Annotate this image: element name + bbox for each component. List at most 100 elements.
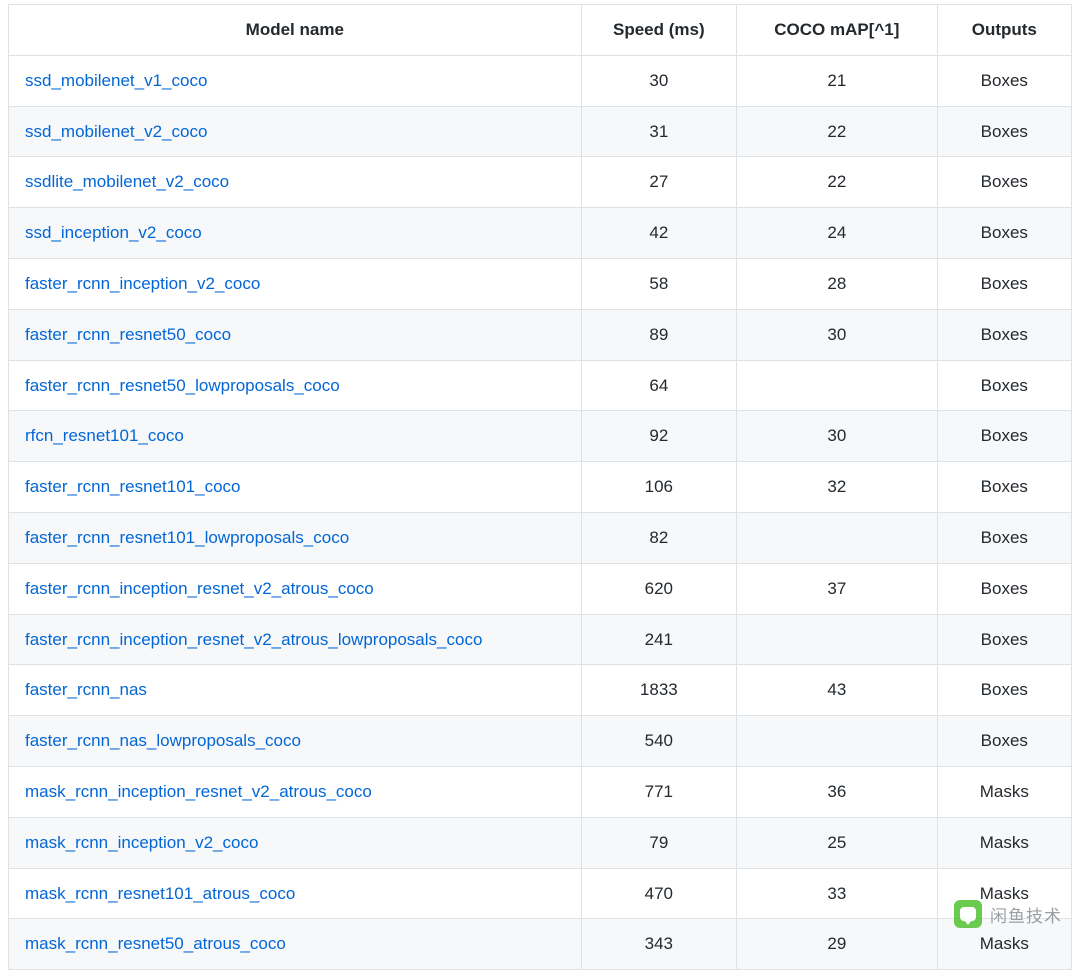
cell-map: 37	[737, 563, 938, 614]
model-link[interactable]: mask_rcnn_resnet101_atrous_coco	[25, 884, 295, 903]
cell-map	[737, 614, 938, 665]
table-row: faster_rcnn_nas_lowproposals_coco 540 Boxe…	[9, 716, 1072, 767]
cell-map: 43	[737, 665, 938, 716]
table-row: mask_rcnn_inception_v2_coco7925Masks	[9, 817, 1072, 868]
model-link[interactable]: ssd_mobilenet_v2_coco	[25, 122, 207, 141]
cell-speed: 771	[581, 766, 736, 817]
model-link[interactable]: faster_rcnn_resnet50_lowproposals_coco	[25, 376, 340, 395]
cell-speed: 30	[581, 55, 736, 106]
cell-model-name: faster_rcnn_nas_lowproposals_coco	[9, 716, 582, 767]
cell-map: 30	[737, 309, 938, 360]
cell-speed: 27	[581, 157, 736, 208]
header-map: COCO mAP[^1]	[737, 5, 938, 56]
model-link[interactable]: ssd_inception_v2_coco	[25, 223, 202, 242]
cell-speed: 241	[581, 614, 736, 665]
model-link[interactable]: faster_rcnn_nas	[25, 680, 147, 699]
model-link[interactable]: ssdlite_mobilenet_v2_coco	[25, 172, 229, 191]
cell-model-name: mask_rcnn_resnet50_atrous_coco	[9, 919, 582, 970]
cell-outputs: Masks	[937, 817, 1071, 868]
model-link[interactable]: rfcn_resnet101_coco	[25, 426, 184, 445]
cell-speed: 343	[581, 919, 736, 970]
table-row: faster_rcnn_inception_resnet_v2_atrous_c…	[9, 563, 1072, 614]
cell-outputs: Boxes	[937, 563, 1071, 614]
table-row: mask_rcnn_resnet50_atrous_coco 34329Masks	[9, 919, 1072, 970]
table-row: rfcn_resnet101_coco 9230Boxes	[9, 411, 1072, 462]
cell-map: 32	[737, 462, 938, 513]
cell-outputs: Boxes	[937, 716, 1071, 767]
model-link[interactable]: faster_rcnn_nas_lowproposals_coco	[25, 731, 301, 750]
cell-model-name: faster_rcnn_inception_v2_coco	[9, 258, 582, 309]
cell-map	[737, 512, 938, 563]
cell-speed: 82	[581, 512, 736, 563]
table-header-row: Model name Speed (ms) COCO mAP[^1] Outpu…	[9, 5, 1072, 56]
header-model-name: Model name	[9, 5, 582, 56]
cell-outputs: Masks	[937, 766, 1071, 817]
cell-speed: 470	[581, 868, 736, 919]
cell-outputs: Boxes	[937, 55, 1071, 106]
model-link[interactable]: faster_rcnn_inception_v2_coco	[25, 274, 260, 293]
model-link[interactable]: faster_rcnn_resnet50_coco	[25, 325, 231, 344]
model-link[interactable]: faster_rcnn_inception_resnet_v2_atrous_c…	[25, 579, 374, 598]
cell-model-name: ssd_mobilenet_v1_coco	[9, 55, 582, 106]
cell-outputs: Boxes	[937, 309, 1071, 360]
cell-outputs: Masks	[937, 919, 1071, 970]
cell-speed: 1833	[581, 665, 736, 716]
cell-speed: 106	[581, 462, 736, 513]
model-table: Model name Speed (ms) COCO mAP[^1] Outpu…	[8, 4, 1072, 970]
cell-model-name: faster_rcnn_inception_resnet_v2_atrous_c…	[9, 563, 582, 614]
model-link[interactable]: mask_rcnn_inception_resnet_v2_atrous_coc…	[25, 782, 372, 801]
model-table-container: Model name Speed (ms) COCO mAP[^1] Outpu…	[0, 0, 1080, 978]
table-row: faster_rcnn_resnet101_lowproposals_coco 8…	[9, 512, 1072, 563]
header-speed: Speed (ms)	[581, 5, 736, 56]
cell-map: 21	[737, 55, 938, 106]
cell-map	[737, 716, 938, 767]
table-row: faster_rcnn_resnet50_coco 8930Boxes	[9, 309, 1072, 360]
cell-outputs: Boxes	[937, 208, 1071, 259]
cell-model-name: ssd_inception_v2_coco	[9, 208, 582, 259]
table-row: faster_rcnn_resnet50_lowproposals_coco 64…	[9, 360, 1072, 411]
table-row: ssd_inception_v2_coco4224Boxes	[9, 208, 1072, 259]
model-link[interactable]: mask_rcnn_resnet50_atrous_coco	[25, 934, 286, 953]
table-row: faster_rcnn_inception_resnet_v2_atrous_l…	[9, 614, 1072, 665]
cell-outputs: Boxes	[937, 665, 1071, 716]
cell-model-name: faster_rcnn_nas	[9, 665, 582, 716]
table-row: mask_rcnn_inception_resnet_v2_atrous_coc…	[9, 766, 1072, 817]
model-link[interactable]: ssd_mobilenet_v1_coco	[25, 71, 207, 90]
cell-speed: 540	[581, 716, 736, 767]
cell-map: 28	[737, 258, 938, 309]
cell-map: 24	[737, 208, 938, 259]
cell-model-name: rfcn_resnet101_coco	[9, 411, 582, 462]
model-link[interactable]: mask_rcnn_inception_v2_coco	[25, 833, 258, 852]
cell-model-name: faster_rcnn_resnet50_coco	[9, 309, 582, 360]
cell-outputs: Boxes	[937, 360, 1071, 411]
table-row: ssdlite_mobilenet_v2_coco2722Boxes	[9, 157, 1072, 208]
cell-map	[737, 360, 938, 411]
model-link[interactable]: faster_rcnn_resnet101_lowproposals_coco	[25, 528, 349, 547]
cell-model-name: faster_rcnn_inception_resnet_v2_atrous_l…	[9, 614, 582, 665]
cell-map: 36	[737, 766, 938, 817]
cell-map: 30	[737, 411, 938, 462]
cell-model-name: mask_rcnn_resnet101_atrous_coco	[9, 868, 582, 919]
cell-outputs: Masks	[937, 868, 1071, 919]
cell-speed: 620	[581, 563, 736, 614]
cell-model-name: faster_rcnn_resnet101_lowproposals_coco	[9, 512, 582, 563]
table-row: mask_rcnn_resnet101_atrous_coco 47033Mask…	[9, 868, 1072, 919]
cell-map: 33	[737, 868, 938, 919]
cell-speed: 31	[581, 106, 736, 157]
cell-map: 25	[737, 817, 938, 868]
cell-outputs: Boxes	[937, 106, 1071, 157]
cell-model-name: mask_rcnn_inception_v2_coco	[9, 817, 582, 868]
cell-speed: 64	[581, 360, 736, 411]
table-row: ssd_mobilenet_v1_coco 3021Boxes	[9, 55, 1072, 106]
cell-outputs: Boxes	[937, 614, 1071, 665]
model-link[interactable]: faster_rcnn_resnet101_coco	[25, 477, 240, 496]
cell-model-name: faster_rcnn_resnet50_lowproposals_coco	[9, 360, 582, 411]
cell-model-name: ssdlite_mobilenet_v2_coco	[9, 157, 582, 208]
model-link[interactable]: faster_rcnn_inception_resnet_v2_atrous_l…	[25, 630, 482, 649]
cell-outputs: Boxes	[937, 411, 1071, 462]
cell-speed: 92	[581, 411, 736, 462]
cell-map: 29	[737, 919, 938, 970]
table-row: faster_rcnn_nas 183343Boxes	[9, 665, 1072, 716]
cell-speed: 89	[581, 309, 736, 360]
table-row: ssd_mobilenet_v2_coco3122Boxes	[9, 106, 1072, 157]
